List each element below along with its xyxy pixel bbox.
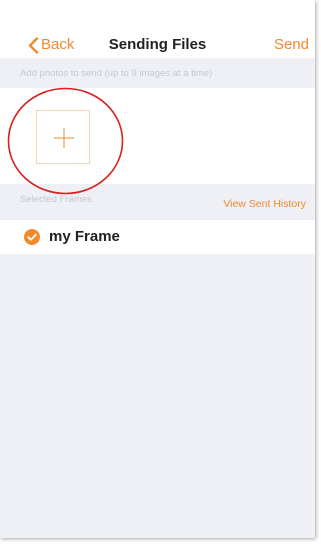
send-button[interactable]: Send	[274, 36, 309, 54]
phone-screen: Back Sending Files Send Add photos to se…	[0, 0, 315, 538]
photos-hint: Add photos to send (up to 9 images at a …	[20, 68, 213, 79]
section-label: Selected Frames	[20, 194, 92, 205]
view-sent-history-link[interactable]: View Sent History	[223, 198, 306, 210]
plus-icon	[54, 128, 74, 148]
navigation-bar: Back Sending Files Send	[0, 0, 315, 58]
checkmark-circle-icon	[24, 229, 40, 245]
frames-section-header: Selected Frames View Sent History	[0, 184, 315, 220]
photo-picker-area	[0, 88, 315, 184]
frame-list-item[interactable]: my Frame	[0, 220, 315, 254]
photos-hint-bar: Add photos to send (up to 9 images at a …	[0, 58, 315, 88]
frame-name: my Frame	[49, 228, 120, 245]
add-photo-button[interactable]	[36, 110, 90, 164]
page-title: Sending Files	[108, 36, 207, 53]
